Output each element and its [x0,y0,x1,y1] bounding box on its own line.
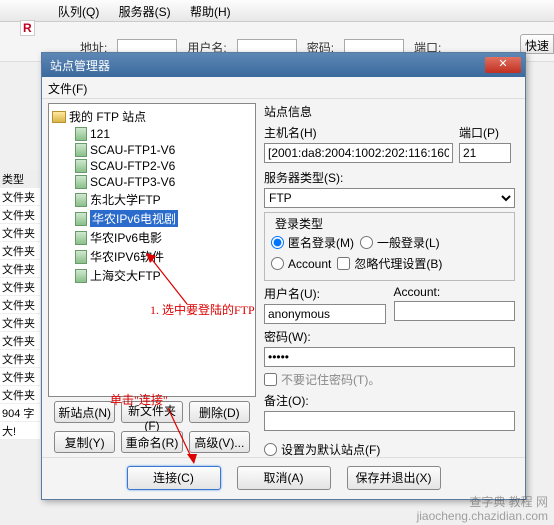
dialog-title: 站点管理器 [50,57,485,74]
port-label: 端口(P) [459,124,515,141]
no-remember-label: 不要记住密码(T)。 [281,371,380,388]
tree-item-label: SCAU-FTP1-V6 [90,143,175,157]
anon-label: 匿名登录(M) [288,234,354,251]
col-size: 904 字 [0,404,40,422]
ignore-proxy-check[interactable] [337,257,350,270]
tree-item-label: 华农IPv6电影 [90,229,162,246]
col-type-header: 类型 [0,170,40,188]
site-icon [75,269,87,283]
col-big: 大! [0,422,40,440]
anon-radio[interactable] [271,236,284,249]
dialog-menubar: 文件(F) [42,77,525,99]
tree-item-label: 上海交大FTP [90,267,161,284]
site-icon [75,193,87,207]
tree-item[interactable]: 华农IPv6电影 [51,228,253,247]
site-icon [75,175,87,189]
menu-help[interactable]: 帮助(H) [182,0,239,23]
tree-item[interactable]: 上海交大FTP [51,266,253,285]
password-label: 密码(W): [264,328,515,345]
col-folder: 文件夹 [0,296,40,314]
col-folder: 文件夹 [0,206,40,224]
quick-button[interactable]: 快速 [520,34,554,54]
tree-item-label: 华农IPV6软件 [90,248,164,265]
bg-menubar: 队列(Q) 服务器(S) 帮助(H) [0,0,554,22]
col-folder: 文件夹 [0,368,40,386]
normal-radio[interactable] [360,236,373,249]
cancel-button[interactable]: 取消(A) [237,466,331,490]
site-icon [75,212,87,226]
r-mark: R [20,20,35,36]
server-type-select[interactable]: FTP [264,188,515,208]
tree-root-label: 我的 FTP 站点 [69,108,146,125]
account-rb-label: Account [288,257,331,271]
watermark: 查字典 教程 网 jiaocheng.chazidian.com [417,495,548,523]
site-icon [75,143,87,157]
username-label: 用户名(U): [264,285,386,302]
save-exit-button[interactable]: 保存并退出(X) [347,466,441,490]
login-type-legend: 登录类型 [271,215,327,232]
tree-item-label: 华农IPv6电视剧 [90,210,178,227]
close-icon[interactable]: ✕ [485,57,521,73]
tree-item-label: SCAU-FTP2-V6 [90,159,175,173]
host-input[interactable] [264,143,453,163]
connect-button[interactable]: 连接(C) [127,466,221,490]
account-input[interactable] [394,301,516,321]
col-folder: 文件夹 [0,260,40,278]
col-folder: 文件夹 [0,386,40,404]
password-input[interactable] [264,347,515,367]
no-remember-check[interactable] [264,373,277,386]
advanced-button[interactable]: 高级(V)... [189,431,250,453]
new-folder-button[interactable]: 新文件夹(F) [121,401,182,423]
col-folder: 文件夹 [0,278,40,296]
rename-button[interactable]: 重命名(R) [121,431,182,453]
menu-file[interactable]: 文件(F) [48,82,87,96]
tree-item[interactable]: 121 [51,126,253,142]
site-icon [75,159,87,173]
col-folder: 文件夹 [0,332,40,350]
bg-left-col: 类型 文件夹 文件夹 文件夹 文件夹 文件夹 文件夹 文件夹 文件夹 文件夹 文… [0,170,40,440]
tree-item-label: 东北大学FTP [90,191,161,208]
col-folder: 文件夹 [0,350,40,368]
site-icon [75,127,87,141]
set-default-label: 设置为默认站点(F) [281,441,380,458]
col-folder: 文件夹 [0,242,40,260]
col-folder: 文件夹 [0,224,40,242]
site-icon [75,250,87,264]
note-label: 备注(O): [264,392,515,409]
delete-button[interactable]: 删除(D) [189,401,250,423]
copy-button[interactable]: 复制(Y) [54,431,115,453]
col-folder: 文件夹 [0,188,40,206]
note-input[interactable] [264,411,515,431]
login-type-group: 登录类型 匿名登录(M) 一般登录(L) Account 忽略代理设置(B) [264,212,515,281]
menu-queue[interactable]: 队列(Q) [50,0,107,23]
col-folder: 文件夹 [0,314,40,332]
titlebar[interactable]: 站点管理器 ✕ [42,53,525,77]
new-site-button[interactable]: 新站点(N) [54,401,115,423]
tree-item[interactable]: 华农IPv6电视剧 [51,209,253,228]
tree-item-label: SCAU-FTP3-V6 [90,175,175,189]
port-input[interactable] [459,143,511,163]
account-radio[interactable] [271,257,284,270]
set-default-radio[interactable] [264,443,277,456]
normal-label: 一般登录(L) [377,234,440,251]
tree-item[interactable]: 华农IPV6软件 [51,247,253,266]
server-type-label: 服务器类型(S): [264,169,515,186]
host-label: 主机名(H) [264,124,453,141]
tree-item[interactable]: 东北大学FTP [51,190,253,209]
account-label: Account: [394,285,516,299]
tree-item[interactable]: SCAU-FTP1-V6 [51,142,253,158]
username-input[interactable] [264,304,386,324]
site-icon [75,231,87,245]
site-info-label: 站点信息 [264,103,515,120]
site-tree[interactable]: 我的 FTP 站点 121 SCAU-FTP1-V6 SCAU-FTP2-V6 SCAU… [48,103,256,397]
tree-item[interactable]: SCAU-FTP2-V6 [51,158,253,174]
ignore-proxy-label: 忽略代理设置(B) [354,255,442,272]
site-manager-dialog: 站点管理器 ✕ 文件(F) 我的 FTP 站点 121 SCAU-FTP1-V6 SC… [41,52,526,500]
tree-item-label: 121 [90,127,110,141]
menu-server[interactable]: 服务器(S) [111,0,179,23]
tree-item[interactable]: SCAU-FTP3-V6 [51,174,253,190]
folder-icon [52,111,66,123]
